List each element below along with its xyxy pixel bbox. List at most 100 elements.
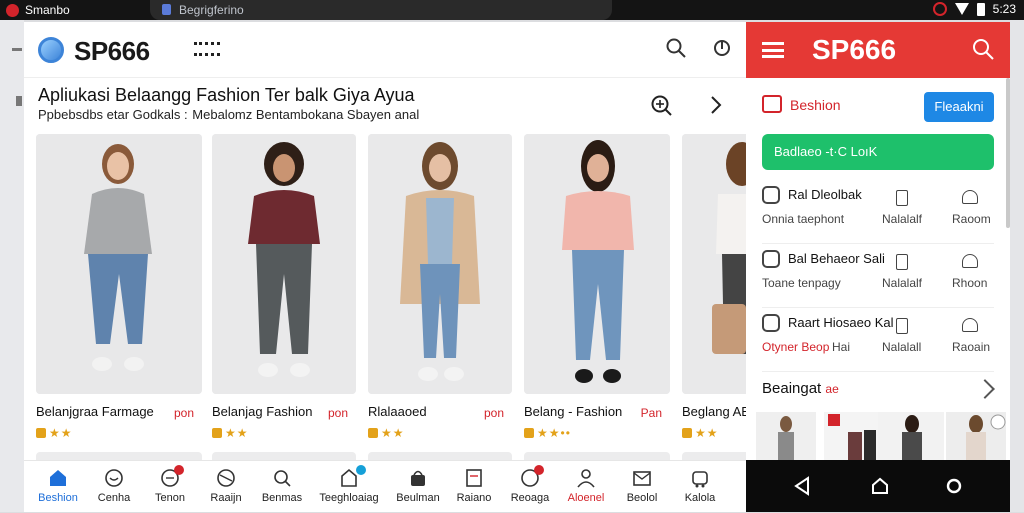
item-title: Ral Dleolbak — [788, 187, 862, 202]
phone-header: SP666 — [746, 22, 1010, 78]
chevron-right-icon[interactable] — [706, 94, 726, 116]
app-chip: Smanbo — [6, 3, 70, 17]
nav-label: Beulman — [396, 492, 440, 504]
notification-badge — [534, 465, 544, 475]
product-photo[interactable] — [212, 134, 356, 394]
item-col3: Raoom — [952, 212, 991, 226]
nav-label: Benmas — [261, 492, 303, 504]
nav-item-raaijn[interactable]: Raaijn — [198, 461, 254, 513]
item-col2: Nalalalf — [882, 212, 923, 226]
product-name[interactable]: Rlalaaoed — [368, 404, 427, 419]
bell-icon — [962, 190, 978, 204]
chat-icon — [762, 186, 780, 204]
product-photo[interactable] — [682, 134, 746, 394]
product-name[interactable]: Belanjag Fashion — [212, 404, 312, 419]
product-photo[interactable] — [368, 134, 512, 394]
rating-badge-icon — [212, 428, 222, 438]
product-card[interactable]: Belang - Fashion Pan ★★•• — [524, 134, 670, 472]
shop-icon — [762, 95, 782, 113]
shop-section-title[interactable]: Beaingat ae — [762, 380, 839, 397]
settings-icon — [762, 314, 780, 332]
grid-dots-icon[interactable] — [194, 42, 220, 56]
item-col2: Nalalall — [882, 340, 922, 354]
document-icon — [896, 318, 908, 334]
nav-item-cenha[interactable]: Cenha — [86, 461, 142, 513]
nav-item-tenon[interactable]: Tenon — [142, 461, 198, 513]
rating-badge-icon — [682, 428, 692, 438]
model-figure — [36, 134, 202, 394]
product-rating: ★★ — [368, 426, 405, 440]
promo-button[interactable]: Badlaeo -t·C LoıK — [762, 134, 994, 170]
cart-icon — [692, 471, 708, 488]
zoom-icon[interactable] — [650, 94, 672, 116]
user-icon — [577, 469, 595, 488]
lock-icon — [162, 4, 171, 15]
product-photo[interactable] — [524, 134, 670, 394]
product-card[interactable]: Belanjgraa Farmage pon ★★ — [36, 134, 202, 472]
home-icon[interactable] — [870, 476, 890, 496]
thumbnail-image — [878, 412, 944, 460]
nav-label: Teeghloaiag — [319, 492, 379, 504]
nav-item-benmas[interactable]: Benmas — [254, 461, 310, 513]
thumbnail[interactable] — [824, 412, 884, 460]
list-item[interactable]: Bal Behaeor Sali Toane tenpagy Nalalalf … — [762, 244, 994, 308]
phone-brand-title[interactable]: SP666 — [812, 34, 896, 66]
app-logo-icon — [6, 3, 19, 17]
brand-logo-icon[interactable] — [38, 37, 64, 63]
browser-tab[interactable]: Begrigferino — [150, 0, 612, 20]
thumbnail[interactable] — [878, 412, 944, 460]
product-photo[interactable] — [36, 134, 202, 394]
thumbnail[interactable] — [756, 412, 816, 460]
item-col3: Rhoon — [952, 276, 988, 290]
rating-badge-icon — [368, 428, 378, 438]
notification-badge — [356, 465, 366, 475]
model-figure — [682, 134, 746, 394]
nav-item-kalola[interactable]: Kalola — [672, 461, 728, 513]
back-icon[interactable] — [792, 476, 812, 496]
menu-icon[interactable] — [762, 42, 784, 58]
model-figure — [368, 134, 512, 394]
receipt-icon — [466, 469, 482, 487]
scrollbar[interactable] — [1006, 78, 1010, 228]
nav-item-beshion[interactable]: Beshion — [30, 461, 86, 513]
help-icon[interactable] — [712, 38, 732, 58]
product-name[interactable]: Belang - Fashion — [524, 404, 622, 419]
thumbnail[interactable] — [946, 412, 1006, 460]
product-card[interactable]: Belanjag Fashion pon ★★ — [212, 134, 356, 472]
product-name[interactable]: Belanjgraa Farmage — [36, 404, 154, 419]
nav-item-beolol[interactable]: Beolol — [614, 461, 670, 513]
nav-item-beulman[interactable]: Beulman — [390, 461, 446, 513]
fashion-label[interactable]: Beshion — [790, 97, 841, 113]
product-rating: ★★•• — [524, 426, 571, 440]
list-item[interactable]: Ral Dleolbak Onnia taephont Nalalalf Rao… — [762, 180, 994, 244]
list-item[interactable]: Raart Hiosaeo Kal Otyner Beop Hai Nalala… — [762, 308, 994, 372]
main-app-window: SP666 Apliukasi Belaangg Fashion Ter bal… — [24, 22, 746, 512]
nav-label: Beshion — [38, 492, 78, 504]
product-card[interactable]: Rlalaaoed pon ★★ — [368, 134, 512, 472]
section-subtitle: Ppbebsdbs etar Godkals : Mebalomz Bentam… — [38, 107, 420, 122]
clock: 5:23 — [992, 2, 1016, 16]
nav-label: Raiano — [456, 492, 492, 504]
recents-icon[interactable] — [944, 476, 964, 496]
nav-item-raiano[interactable]: Raiano — [446, 461, 502, 513]
record-icon — [932, 2, 947, 16]
ghost-line — [12, 48, 22, 51]
arrow-up-right-icon[interactable] — [975, 379, 995, 399]
thumbnail-image — [756, 412, 816, 460]
shop-tag: ae — [825, 382, 839, 396]
nav-label: Reoaga — [510, 492, 550, 504]
tab-title: Begrigferino — [179, 3, 244, 17]
nav-item-aloenel[interactable]: Aloenel — [558, 461, 614, 513]
nav-label: Kalola — [684, 492, 716, 504]
nav-item-reoaga[interactable]: Reoaga — [502, 461, 558, 513]
search-icon[interactable] — [972, 38, 994, 60]
document-icon — [896, 254, 908, 270]
fleaakni-button[interactable]: Fleaakni — [924, 92, 994, 122]
brand-title[interactable]: SP666 — [74, 36, 150, 67]
search-icon[interactable] — [666, 38, 686, 58]
nav-item-teeghloaiag[interactable]: Teeghloaiag — [314, 461, 384, 513]
model-figure — [212, 134, 356, 394]
product-name[interactable]: Beglang AE — [682, 404, 746, 419]
document-icon — [896, 190, 908, 206]
product-card[interactable]: Beglang AE ★★ — [682, 134, 746, 472]
